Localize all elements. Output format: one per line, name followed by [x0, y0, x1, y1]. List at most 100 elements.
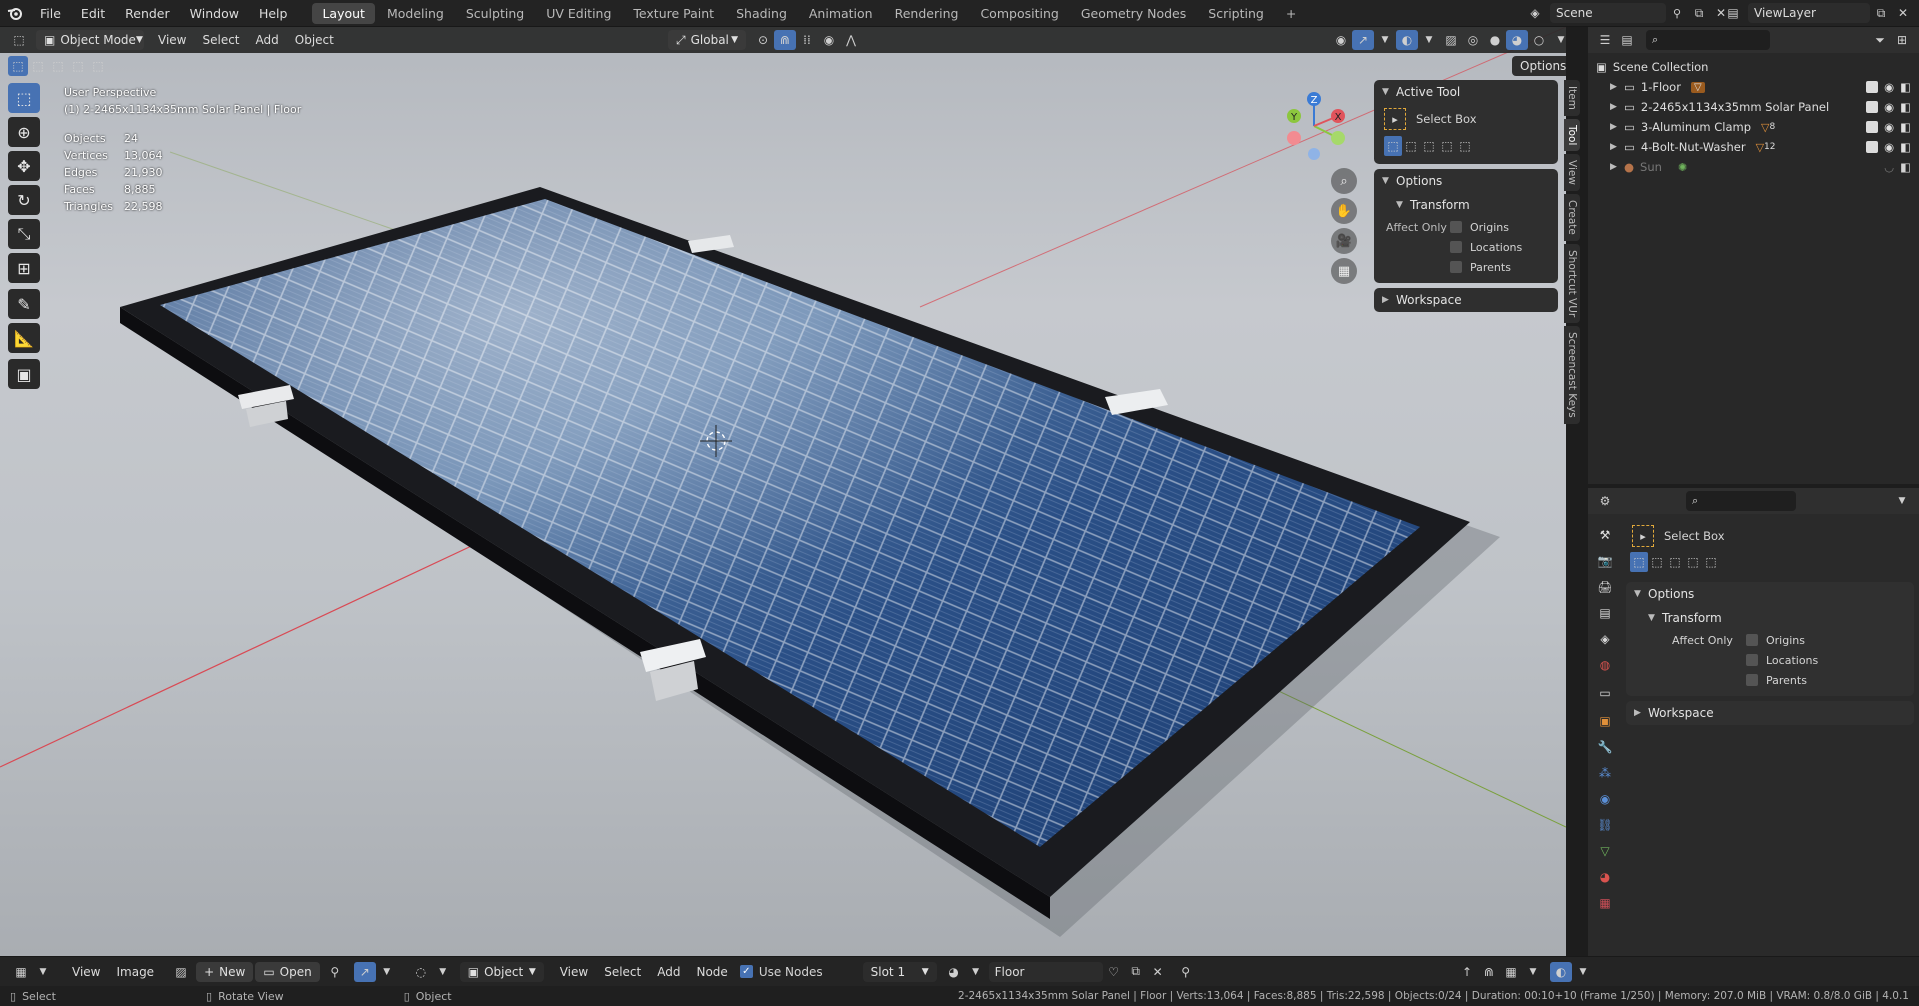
- constraints-tab-icon[interactable]: ⛓: [1594, 812, 1616, 838]
- outliner-item[interactable]: ▶ ▭ 1-Floor ▽ ◉ ◧: [1596, 77, 1911, 97]
- chevron-right-icon[interactable]: ▶: [1610, 162, 1624, 172]
- select-intersect-icon[interactable]: ⬚: [88, 56, 108, 76]
- menu-edit[interactable]: Edit: [71, 0, 115, 27]
- tab-sculpting[interactable]: Sculpting: [456, 3, 534, 24]
- outliner-item[interactable]: ▶ ▭ 4-Bolt-Nut-Washer ▽ 12 ◉ ◧: [1596, 137, 1911, 157]
- outliner-item[interactable]: ▶ ▭ 3-Aluminum Clamp ▽ 8 ◉ ◧: [1596, 117, 1911, 137]
- tool-row[interactable]: ▸ Select Box: [1626, 522, 1914, 550]
- menu-add[interactable]: Add: [248, 30, 287, 50]
- filter-icon[interactable]: ⏷: [1869, 30, 1891, 50]
- camera-render-icon[interactable]: ◧: [1900, 160, 1911, 174]
- select-new-icon[interactable]: ⬚: [8, 56, 28, 76]
- transform-header[interactable]: ▼ Transform: [1626, 606, 1914, 630]
- scene-collection-row[interactable]: ▣ Scene Collection: [1596, 57, 1911, 77]
- chevron-right-icon[interactable]: ▶: [1610, 122, 1624, 132]
- tab-geometry-nodes[interactable]: Geometry Nodes: [1071, 3, 1196, 24]
- mode-subtract-icon[interactable]: ⬚: [1420, 136, 1438, 156]
- xray-icon[interactable]: ▨: [1440, 30, 1462, 50]
- transform-header[interactable]: ▼ Transform: [1374, 193, 1558, 217]
- duplicate-material-icon[interactable]: ⧉: [1125, 962, 1147, 982]
- object-tab-icon[interactable]: ▣: [1594, 708, 1616, 734]
- mode-intersect-icon[interactable]: ⬚: [1702, 552, 1720, 572]
- wireframe-shading-icon[interactable]: ◎: [1462, 30, 1484, 50]
- falloff-icon[interactable]: ⋀: [840, 30, 862, 50]
- mode-set-icon[interactable]: ⬚: [1384, 136, 1402, 156]
- include-checkbox[interactable]: [1866, 141, 1879, 153]
- chevron-down-icon[interactable]: ▼: [965, 962, 987, 982]
- pan-hand-icon[interactable]: ✋: [1331, 198, 1357, 224]
- eye-icon[interactable]: ◉: [1884, 100, 1894, 114]
- tab-layout[interactable]: Layout: [312, 2, 375, 24]
- chevron-down-icon[interactable]: ▼: [1550, 30, 1566, 50]
- locations-checkbox[interactable]: [1450, 241, 1462, 253]
- view-layer-field[interactable]: ViewLayer: [1748, 3, 1870, 23]
- locations-checkbox[interactable]: [1746, 654, 1758, 666]
- tab-modeling[interactable]: Modeling: [377, 3, 454, 24]
- parents-checkbox[interactable]: [1450, 261, 1462, 273]
- eye-icon[interactable]: ◉: [1884, 80, 1894, 94]
- properties-editor-icon[interactable]: ⚙: [1594, 491, 1616, 511]
- particles-tab-icon[interactable]: ⁂: [1594, 760, 1616, 786]
- modifier-tab-icon[interactable]: 🔧: [1594, 734, 1616, 760]
- ortho-grid-icon[interactable]: ▦: [1331, 258, 1357, 284]
- uv-sync-icon[interactable]: ↗: [353, 961, 376, 982]
- parents-checkbox[interactable]: [1746, 674, 1758, 686]
- workspace-header[interactable]: ▶ Workspace: [1374, 288, 1558, 312]
- tab-screencast-keys[interactable]: Screencast Keys: [1564, 326, 1580, 425]
- zoom-icon[interactable]: ⌕: [1331, 168, 1357, 194]
- new-scene-icon[interactable]: ⧉: [1688, 3, 1710, 23]
- chevron-down-icon[interactable]: ▼: [32, 962, 54, 982]
- tab-rendering[interactable]: Rendering: [885, 3, 969, 24]
- scene-field[interactable]: Scene: [1550, 3, 1666, 23]
- add-workspace-button[interactable]: +: [1276, 3, 1306, 24]
- active-tool-header[interactable]: ▼ Active Tool: [1374, 80, 1558, 104]
- open-image-button[interactable]: ▭ Open: [255, 961, 320, 982]
- outliner-item[interactable]: ▶ ▭ 2-2465x1134x35mm Solar Panel ◉ ◧: [1596, 97, 1911, 117]
- rendered-shading-icon[interactable]: ○: [1528, 30, 1550, 50]
- chevron-right-icon[interactable]: ▶: [1610, 102, 1624, 112]
- navigation-gizmo[interactable]: Z Y X: [1282, 88, 1358, 164]
- material-tab-icon[interactable]: ◕: [1594, 864, 1616, 890]
- visibility-icon[interactable]: ◉: [1330, 30, 1352, 50]
- image-browse-icon[interactable]: ▨: [170, 962, 192, 982]
- pin-icon[interactable]: ⚲: [324, 962, 346, 982]
- solid-shading-icon[interactable]: ●: [1484, 30, 1506, 50]
- menu-view[interactable]: View: [552, 962, 596, 982]
- node-overlay-icon[interactable]: ◐: [1550, 962, 1572, 982]
- editor-type-icon[interactable]: ⬚: [8, 30, 30, 50]
- tab-uv-editing[interactable]: UV Editing: [536, 3, 621, 24]
- use-nodes-toggle[interactable]: ✓ Use Nodes: [739, 965, 823, 979]
- tab-item[interactable]: Item: [1564, 80, 1580, 116]
- gizmo-icon[interactable]: ↗: [1352, 30, 1374, 50]
- tab-scripting[interactable]: Scripting: [1198, 3, 1274, 24]
- mode-extend-icon[interactable]: ⬚: [1648, 552, 1666, 572]
- material-name-field[interactable]: Floor: [988, 961, 1103, 982]
- view-layer-icon[interactable]: ▤: [1722, 3, 1744, 23]
- origins-checkbox[interactable]: [1746, 634, 1758, 646]
- chevron-down-icon[interactable]: ▼: [1891, 491, 1913, 511]
- cursor-tool-icon[interactable]: ⊕: [8, 117, 40, 147]
- chevron-down-icon[interactable]: ▼: [1374, 30, 1396, 50]
- outliner-search-input[interactable]: ⌕: [1646, 30, 1770, 50]
- delete-view-layer-icon[interactable]: ✕: [1892, 3, 1914, 23]
- include-checkbox[interactable]: [1866, 121, 1879, 133]
- tab-create[interactable]: Create: [1564, 194, 1580, 242]
- camera-render-icon[interactable]: ◧: [1900, 140, 1911, 154]
- camera-icon[interactable]: 🎥: [1331, 228, 1357, 254]
- output-tab-icon[interactable]: 🖨: [1594, 574, 1616, 600]
- menu-add[interactable]: Add: [649, 962, 688, 982]
- options-header[interactable]: ▼ Options: [1626, 582, 1914, 606]
- menu-view[interactable]: View: [150, 30, 194, 50]
- mode-intersect-icon[interactable]: ⬚: [1456, 136, 1474, 156]
- pin-icon[interactable]: ⚲: [1175, 962, 1197, 982]
- tool-tab-icon[interactable]: ⚒: [1594, 522, 1616, 548]
- mode-dropdown[interactable]: ▣ Object Mode ▼: [36, 30, 144, 50]
- chevron-right-icon[interactable]: ▶: [1610, 82, 1624, 92]
- options-dropdown[interactable]: Options ▼: [1512, 56, 1566, 76]
- outliner-editor-icon[interactable]: ☰: [1594, 30, 1616, 50]
- eye-closed-icon[interactable]: ◡: [1884, 160, 1894, 174]
- scene-icon[interactable]: ◈: [1524, 3, 1546, 23]
- mode-set-icon[interactable]: ⬚: [1630, 552, 1648, 572]
- shader-type-dropdown[interactable]: ▣ Object ▼: [459, 961, 544, 982]
- pin-icon[interactable]: ⚲: [1666, 3, 1688, 23]
